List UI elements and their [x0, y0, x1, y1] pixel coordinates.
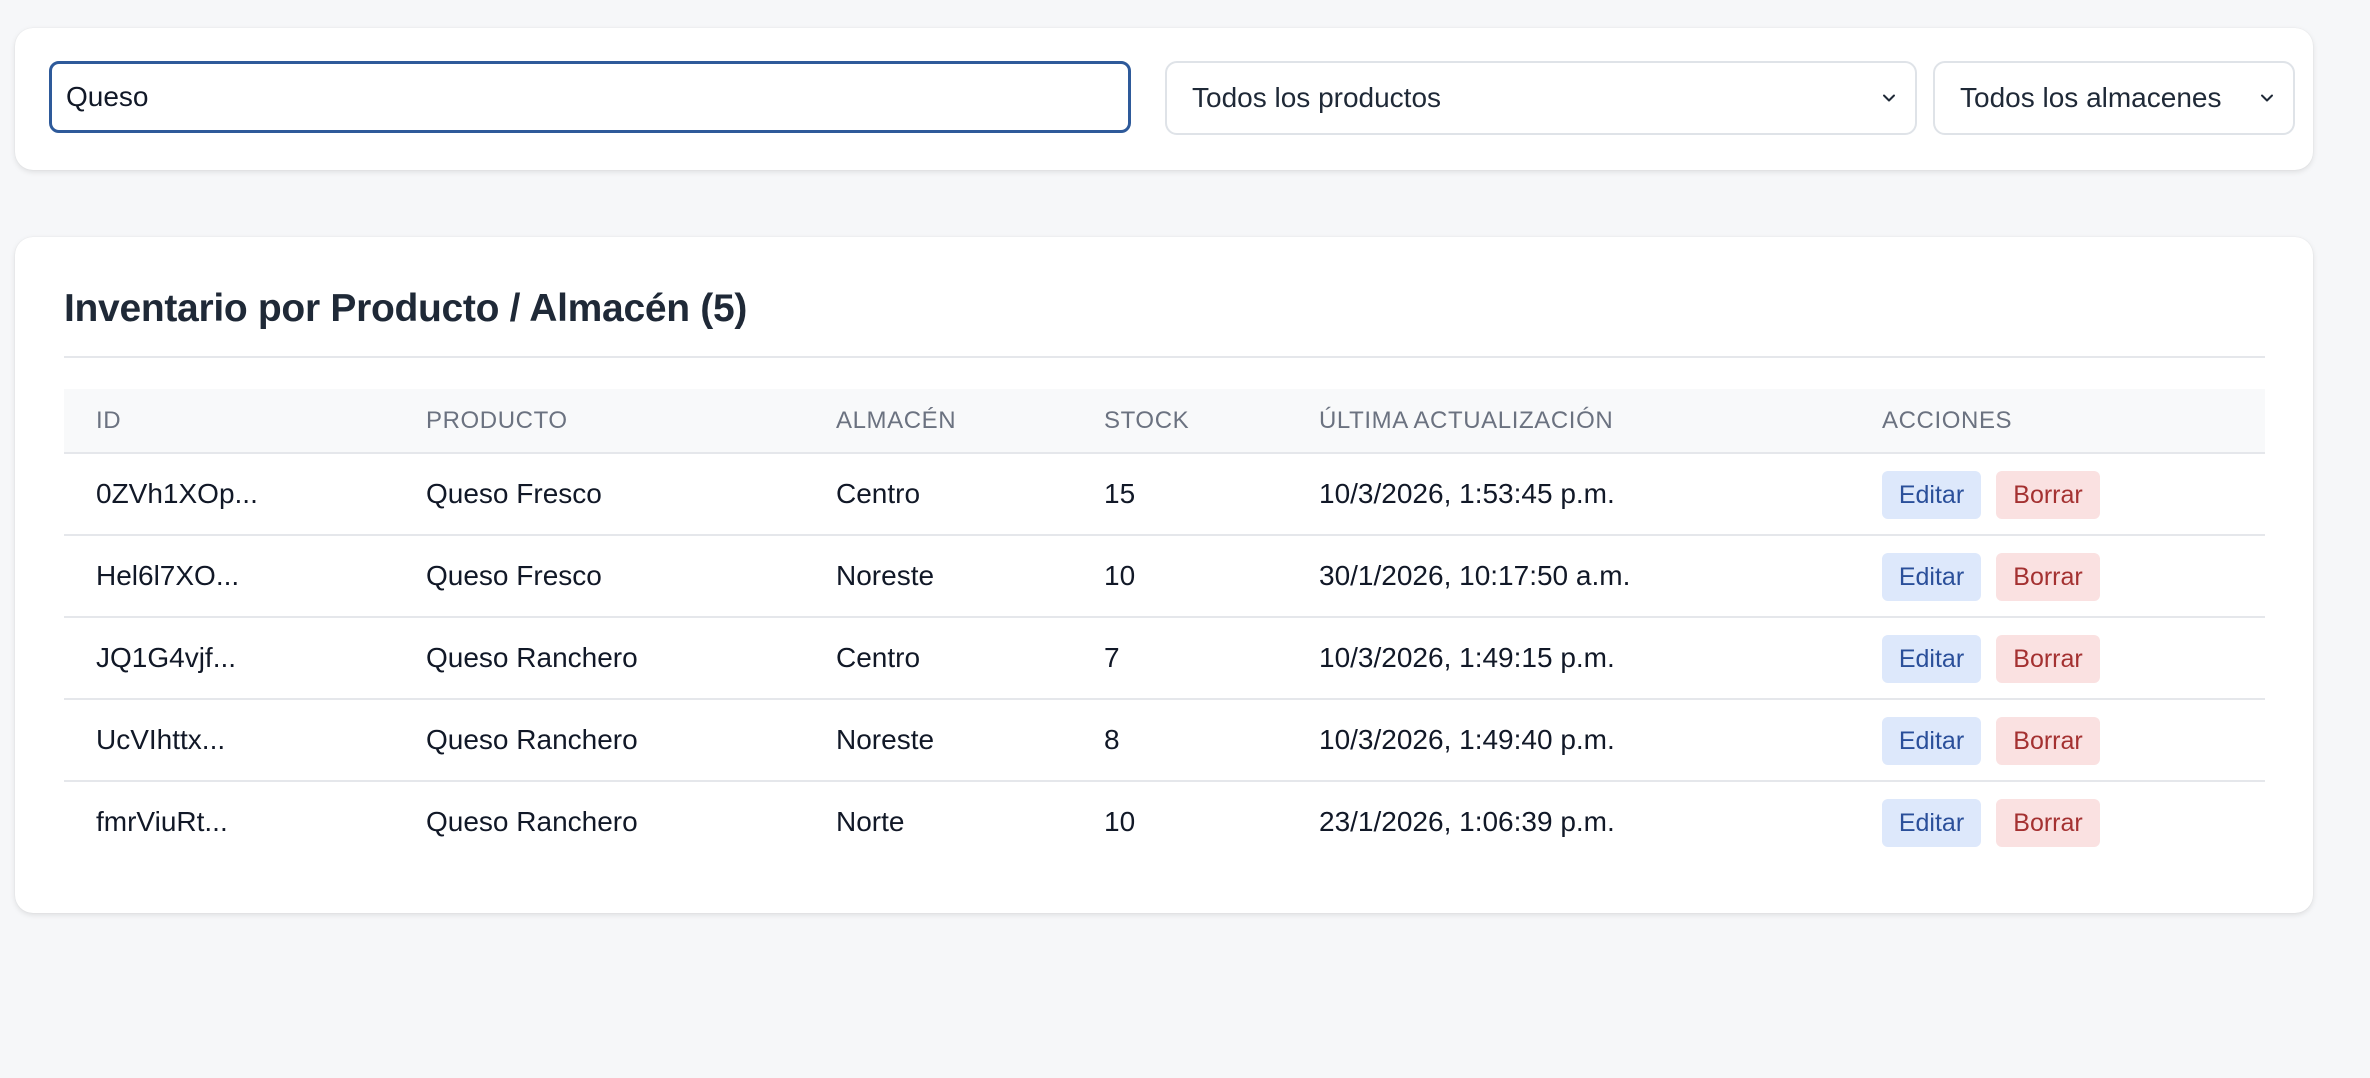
cell-last-update: 10/3/2026, 1:49:15 p.m. [1319, 642, 1615, 673]
filter-bar: Todos los productos Todos los almacenes [15, 28, 2313, 170]
warehouse-select[interactable]: Todos los almacenes [1933, 61, 2295, 135]
cell-last-update: 10/3/2026, 1:53:45 p.m. [1319, 478, 1615, 509]
cell-warehouse: Centro [836, 478, 921, 509]
inventory-table-card: Inventario por Producto / Almacén (5) ID… [15, 237, 2313, 913]
cell-warehouse: Centro [836, 642, 921, 673]
column-header-last-update: ÚLTIMA ACTUALIZACIÓN [1319, 407, 1614, 434]
table-row: JQ1G4vjf... Queso Ranchero Centro 7 10/3… [64, 618, 2265, 700]
cell-id: fmrViuRt... [96, 806, 228, 837]
cell-last-update: 10/3/2026, 1:49:40 p.m. [1319, 724, 1615, 755]
inventory-title: Inventario por Producto / Almacén (5) [64, 287, 748, 330]
cell-product: Queso Ranchero [426, 724, 638, 755]
cell-last-update: 23/1/2026, 1:06:39 p.m. [1319, 806, 1615, 837]
edit-button[interactable]: Editar [1882, 471, 1981, 519]
title-divider [64, 356, 2265, 358]
edit-button[interactable]: Editar [1882, 799, 1981, 847]
column-header-id: ID [96, 407, 122, 434]
cell-stock: 10 [1104, 560, 1136, 591]
edit-button[interactable]: Editar [1882, 553, 1981, 601]
table-row: fmrViuRt... Queso Ranchero Norte 10 23/1… [64, 782, 2265, 864]
product-select-value: Todos los productos [1192, 82, 1442, 113]
cell-id: 0ZVh1XOp... [96, 478, 258, 509]
table-row: 0ZVh1XOp... Queso Fresco Centro 15 10/3/… [64, 454, 2265, 536]
cell-stock: 10 [1104, 806, 1136, 837]
column-header-warehouse: ALMACÉN [836, 407, 957, 434]
chevron-down-icon [2261, 94, 2273, 102]
column-header-product: PRODUCTO [426, 407, 568, 434]
chevron-down-icon [1883, 94, 1895, 102]
delete-button[interactable]: Borrar [1996, 717, 2100, 765]
delete-button[interactable]: Borrar [1996, 471, 2100, 519]
edit-button[interactable]: Editar [1882, 635, 1981, 683]
cell-stock: 7 [1104, 642, 1120, 673]
cell-id: JQ1G4vjf... [96, 642, 237, 673]
column-header-stock: STOCK [1104, 407, 1190, 434]
cell-warehouse: Norte [836, 806, 905, 837]
cell-product: Queso Fresco [426, 560, 602, 591]
cell-id: Hel6l7XO... [96, 560, 240, 591]
cell-stock: 8 [1104, 724, 1120, 755]
cell-product: Queso Ranchero [426, 642, 638, 673]
column-header-actions: ACCIONES [1882, 407, 2013, 434]
table-row: Hel6l7XO... Queso Fresco Noreste 10 30/1… [64, 536, 2265, 618]
delete-button[interactable]: Borrar [1996, 553, 2100, 601]
cell-warehouse: Noreste [836, 560, 935, 591]
table-row: UcVIhttx... Queso Ranchero Noreste 8 10/… [64, 700, 2265, 782]
cell-product: Queso Fresco [426, 478, 602, 509]
delete-button[interactable]: Borrar [1996, 799, 2100, 847]
delete-button[interactable]: Borrar [1996, 635, 2100, 683]
cell-stock: 15 [1104, 478, 1136, 509]
warehouse-select-value: Todos los almacenes [1960, 82, 2222, 113]
cell-warehouse: Noreste [836, 724, 935, 755]
table-header: ID PRODUCTO ALMACÉN STOCK ÚLTIMA ACTUALI… [64, 389, 2265, 454]
cell-product: Queso Ranchero [426, 806, 638, 837]
cell-id: UcVIhttx... [96, 724, 226, 755]
product-select[interactable]: Todos los productos [1165, 61, 1917, 135]
cell-last-update: 30/1/2026, 10:17:50 a.m. [1319, 560, 1631, 591]
edit-button[interactable]: Editar [1882, 717, 1981, 765]
search-input[interactable] [49, 61, 1131, 133]
